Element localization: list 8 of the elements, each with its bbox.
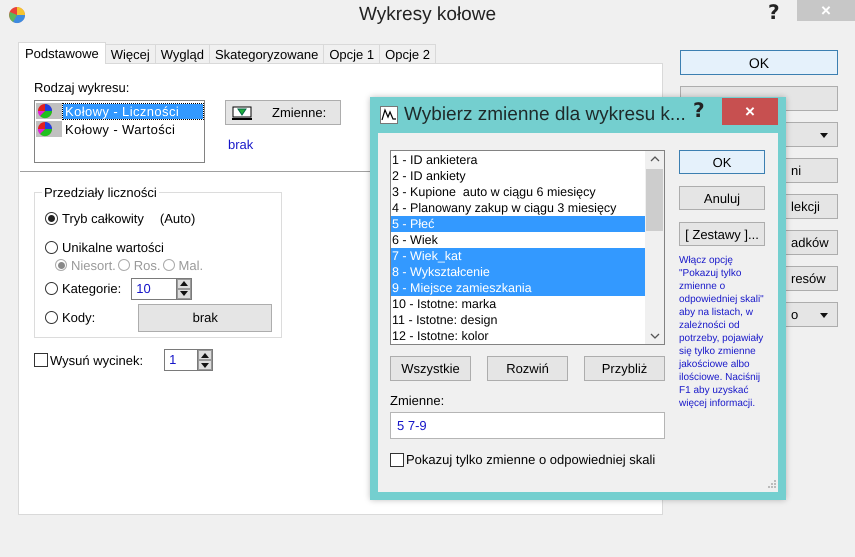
window-title: Wykresy kołowe (358, 4, 496, 26)
variables-value: brak (228, 137, 254, 152)
dialog-title: Wybierz zmienne dla wykresu k... (404, 104, 686, 126)
hint-text: Włącz opcję "Pokazuj tylko zmienne o odpowiedniej skali" aby na listach, w zależności od potrzeby, pojawiały się tylko zmienne jakościowe albo ilościowe. Naciśnij F1 aby uzyskać więcej informacji. (679, 254, 765, 410)
auto-note: (Auto) (160, 211, 196, 226)
chart-type-label: Rodzaj wykresu: (34, 80, 130, 95)
field-label: Zmienne: (390, 393, 446, 408)
group-title: Przedziały liczności (43, 185, 158, 200)
